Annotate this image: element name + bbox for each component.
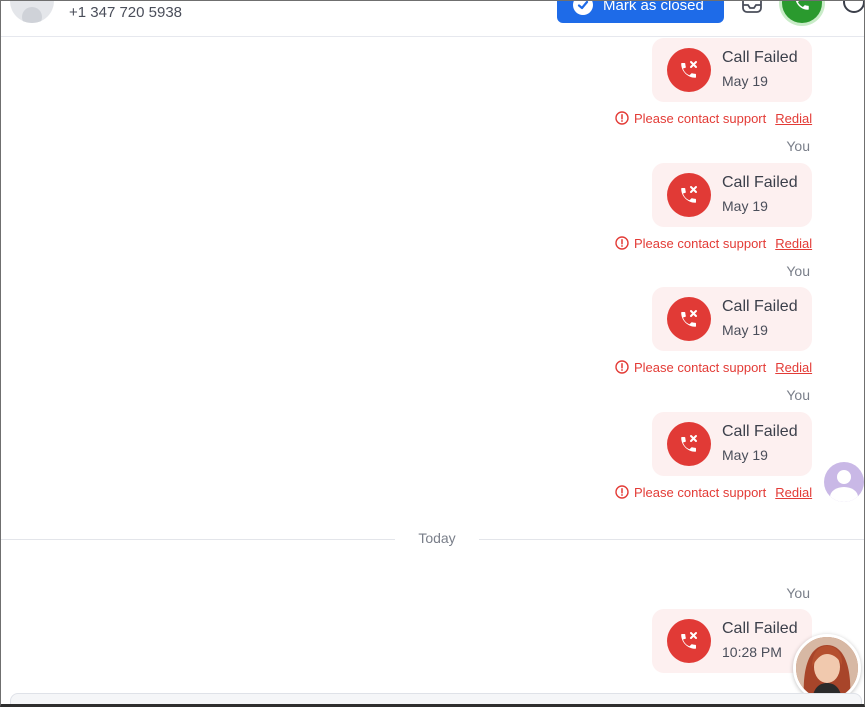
call-status-title: Call Failed xyxy=(722,49,798,66)
redial-link[interactable]: Redial xyxy=(775,485,812,500)
call-error-row: Please contact support Redial xyxy=(615,483,812,501)
contact-phone-number[interactable]: +1 347 720 5938 xyxy=(69,4,182,21)
message-composer[interactable] xyxy=(10,693,862,704)
error-message: Please contact support xyxy=(634,110,767,126)
warning-icon xyxy=(615,485,629,499)
missed-call-icon xyxy=(667,297,711,341)
mark-as-closed-label: Mark as closed xyxy=(603,0,704,14)
checkmark-icon xyxy=(573,1,593,15)
mark-as-closed-button[interactable]: Mark as closed xyxy=(557,0,724,23)
message-sender: You xyxy=(786,387,810,403)
missed-call-icon xyxy=(667,173,711,217)
error-message: Please contact support xyxy=(634,359,767,375)
agent-profile-photo[interactable] xyxy=(793,634,861,702)
contact-avatar[interactable] xyxy=(10,1,54,23)
call-time: 10:28 PM xyxy=(722,644,782,660)
user-avatar xyxy=(824,462,864,502)
warning-icon xyxy=(615,360,629,374)
redial-link[interactable]: Redial xyxy=(775,111,812,126)
divider-line xyxy=(479,539,864,540)
call-status-title: Call Failed xyxy=(722,620,798,637)
divider-line xyxy=(1,539,395,540)
inbox-icon[interactable] xyxy=(741,0,763,15)
call-date: May 19 xyxy=(722,73,768,89)
conversation-header: +1 347 720 5938 Mark as closed xyxy=(1,1,864,37)
error-message: Please contact support xyxy=(634,484,767,500)
call-error-row: Please contact support Redial xyxy=(615,109,812,127)
message-sender: You xyxy=(786,263,810,279)
call-failed-card[interactable]: Call Failed May 19 xyxy=(652,412,812,476)
call-failed-card[interactable]: Call Failed May 19 xyxy=(652,287,812,351)
call-status-title: Call Failed xyxy=(722,298,798,315)
conversation-window: +1 347 720 5938 Mark as closed Call Fail… xyxy=(0,0,865,707)
avatar-head xyxy=(837,470,851,484)
missed-call-icon xyxy=(667,422,711,466)
error-message: Please contact support xyxy=(634,235,767,251)
redial-link[interactable]: Redial xyxy=(775,360,812,375)
call-error-row: Please contact support Redial xyxy=(615,358,812,376)
call-failed-card[interactable]: Call Failed May 19 xyxy=(652,163,812,227)
message-sender: You xyxy=(786,138,810,154)
call-failed-card[interactable]: Call Failed May 19 xyxy=(652,38,812,102)
missed-call-icon xyxy=(667,619,711,663)
phone-icon xyxy=(795,1,809,10)
call-status-title: Call Failed xyxy=(722,423,798,440)
call-error-row: Please contact support Redial xyxy=(615,234,812,252)
warning-icon xyxy=(615,236,629,250)
agent-portrait xyxy=(796,637,858,699)
call-date: May 19 xyxy=(722,322,768,338)
info-icon[interactable] xyxy=(843,1,864,13)
message-sender: You xyxy=(786,585,810,601)
redial-link[interactable]: Redial xyxy=(775,236,812,251)
call-button[interactable] xyxy=(782,1,822,23)
avatar-body xyxy=(830,487,858,502)
call-date: May 19 xyxy=(722,198,768,214)
call-failed-card[interactable]: Call Failed 10:28 PM xyxy=(652,609,812,673)
warning-icon xyxy=(615,111,629,125)
call-status-title: Call Failed xyxy=(722,174,798,191)
missed-call-icon xyxy=(667,48,711,92)
date-divider-label: Today xyxy=(418,530,456,546)
call-date: May 19 xyxy=(722,447,768,463)
